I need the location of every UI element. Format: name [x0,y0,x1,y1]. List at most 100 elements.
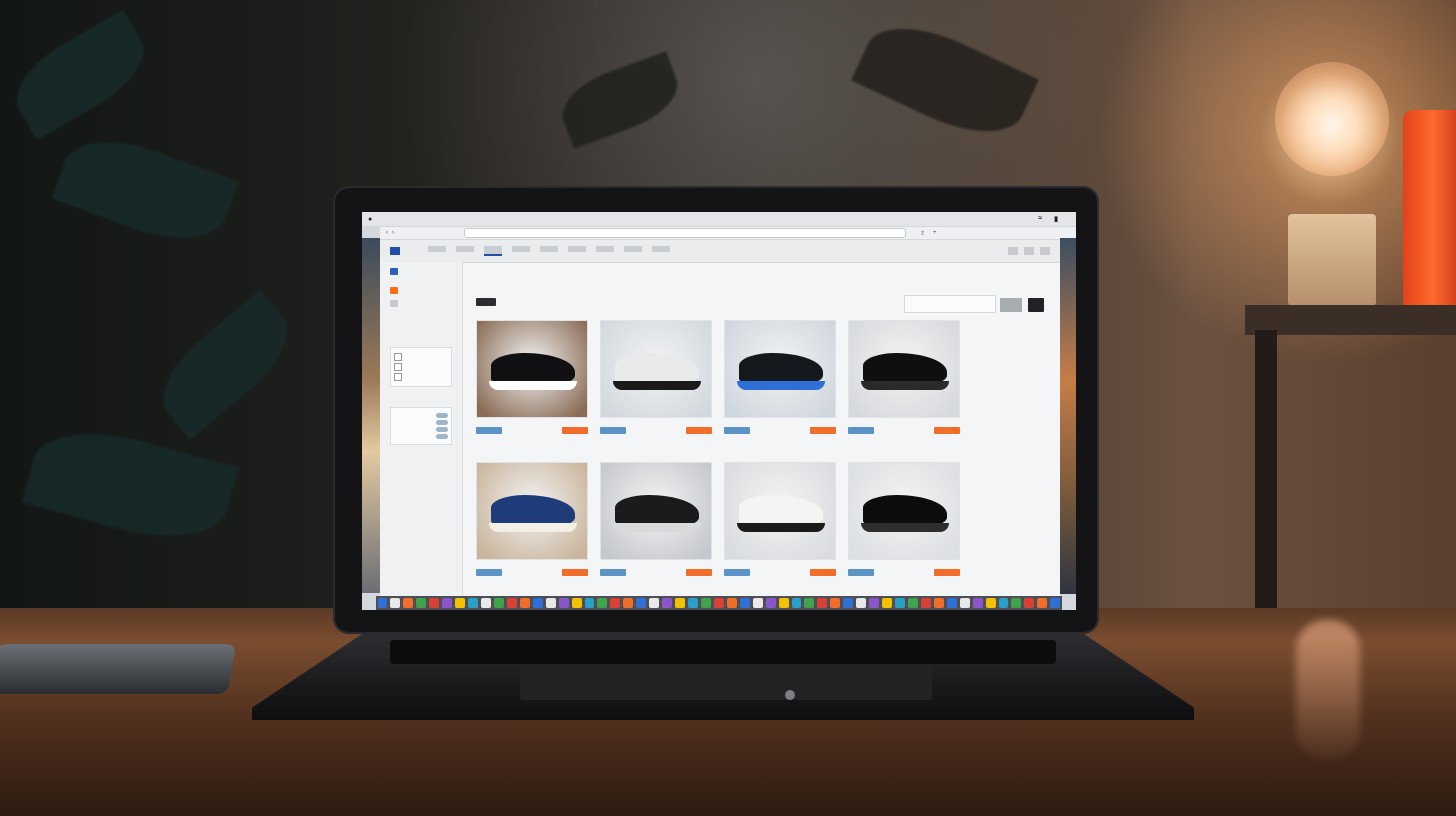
dock-app-icon[interactable] [571,598,582,608]
dock-app-icon[interactable] [895,598,905,608]
nav-link[interactable] [484,246,502,256]
checkbox[interactable] [394,373,402,381]
product-card[interactable] [724,462,836,600]
dock-app-icon[interactable] [869,598,880,608]
toggle-switch[interactable] [436,413,448,418]
dock-app-icon[interactable] [946,598,957,608]
dock-app-icon[interactable] [920,598,931,608]
cart-icon[interactable] [1040,247,1050,255]
dock-app-icon[interactable] [830,598,841,608]
sidebar-item[interactable] [390,300,462,307]
nav-link[interactable] [540,246,558,252]
nav-link[interactable] [428,246,446,252]
product-card[interactable] [476,320,588,458]
filter-option[interactable] [394,363,448,371]
dock-app-icon[interactable] [662,598,673,608]
dock-app-icon[interactable] [442,598,453,608]
dock-app-icon[interactable] [493,598,504,608]
toggle-switch[interactable] [436,420,448,425]
add-to-cart-button[interactable] [810,427,836,434]
apple-icon[interactable]: ● [368,216,372,223]
nav-link[interactable] [624,246,642,252]
dock-app-icon[interactable] [856,598,867,608]
nav-link[interactable] [568,246,586,252]
account-icon[interactable] [1024,247,1034,255]
nav-link[interactable] [456,246,474,252]
dock-app-icon[interactable] [985,598,996,608]
grid-view-button[interactable] [1000,298,1022,312]
product-image[interactable] [476,462,588,560]
product-card[interactable] [600,320,712,458]
back-icon[interactable]: ‹ [386,230,388,236]
dock-app-icon[interactable] [584,598,595,608]
site-logo[interactable] [390,247,403,255]
product-card[interactable] [600,462,712,600]
product-image[interactable] [848,320,960,418]
product-image[interactable] [724,320,836,418]
dock-app-icon[interactable] [1011,598,1022,608]
dock-app-icon[interactable] [998,598,1009,608]
dock-app-icon[interactable] [765,598,776,608]
dock-app-icon[interactable] [843,598,854,608]
product-image[interactable] [600,462,712,560]
view-details-button[interactable] [476,569,502,576]
filter-option[interactable] [394,353,448,361]
dock-app-icon[interactable] [519,598,530,608]
sidebar-item[interactable] [390,287,462,294]
new-tab-icon[interactable]: + [933,230,937,236]
nav-link[interactable] [512,246,530,252]
dock-app-icon[interactable] [623,598,634,608]
product-image[interactable] [848,462,960,560]
dock-app-icon[interactable] [933,598,944,608]
dock-app-icon[interactable] [558,598,569,608]
add-to-cart-button[interactable] [810,569,836,576]
product-image[interactable] [724,462,836,560]
dock-app-icon[interactable] [959,598,970,608]
battery-icon[interactable]: ▮ [1054,215,1058,223]
dock-app-icon[interactable] [713,598,724,608]
list-view-button[interactable] [1028,298,1044,312]
product-card[interactable] [848,320,960,458]
dock-app-icon[interactable] [468,598,478,608]
dock-app-icon[interactable] [455,598,466,608]
dock-app-icon[interactable] [545,598,556,608]
view-details-button[interactable] [848,427,874,434]
filter-option[interactable] [394,434,448,439]
dock-app-icon[interactable] [882,598,892,608]
product-card[interactable] [724,320,836,458]
view-details-button[interactable] [600,569,626,576]
dock-app-icon[interactable] [778,598,789,608]
sort-dropdown[interactable] [904,295,996,313]
dock-app-icon[interactable] [700,598,711,608]
dock-app-icon[interactable] [675,598,685,608]
filter-option[interactable] [394,420,448,425]
filter-option[interactable] [394,373,448,381]
dock-app-icon[interactable] [403,598,414,608]
add-to-cart-button[interactable] [686,427,712,434]
toggle-switch[interactable] [436,427,448,432]
dock-app-icon[interactable] [532,598,543,608]
view-details-button[interactable] [600,427,626,434]
filter-button[interactable] [476,298,496,306]
add-to-cart-button[interactable] [934,427,960,434]
dock-app-icon[interactable] [907,598,918,608]
dock-app-icon[interactable] [377,598,388,608]
dock-app-icon[interactable] [804,598,815,608]
product-card[interactable] [848,462,960,600]
add-to-cart-button[interactable] [934,569,960,576]
filter-option[interactable] [394,427,448,432]
dock-app-icon[interactable] [791,598,802,608]
dock-app-icon[interactable] [972,598,983,608]
view-details-button[interactable] [848,569,874,576]
share-icon[interactable]: ⇧ [920,230,925,237]
dock-app-icon[interactable] [597,598,608,608]
dock-app-icon[interactable] [636,598,647,608]
forward-icon[interactable]: › [392,230,394,236]
dock-app-icon[interactable] [610,598,621,608]
dock-app-icon[interactable] [649,598,660,608]
product-image[interactable] [600,320,712,418]
add-to-cart-button[interactable] [562,427,588,434]
view-details-button[interactable] [724,427,750,434]
dock-app-icon[interactable] [506,598,517,608]
view-details-button[interactable] [476,427,502,434]
